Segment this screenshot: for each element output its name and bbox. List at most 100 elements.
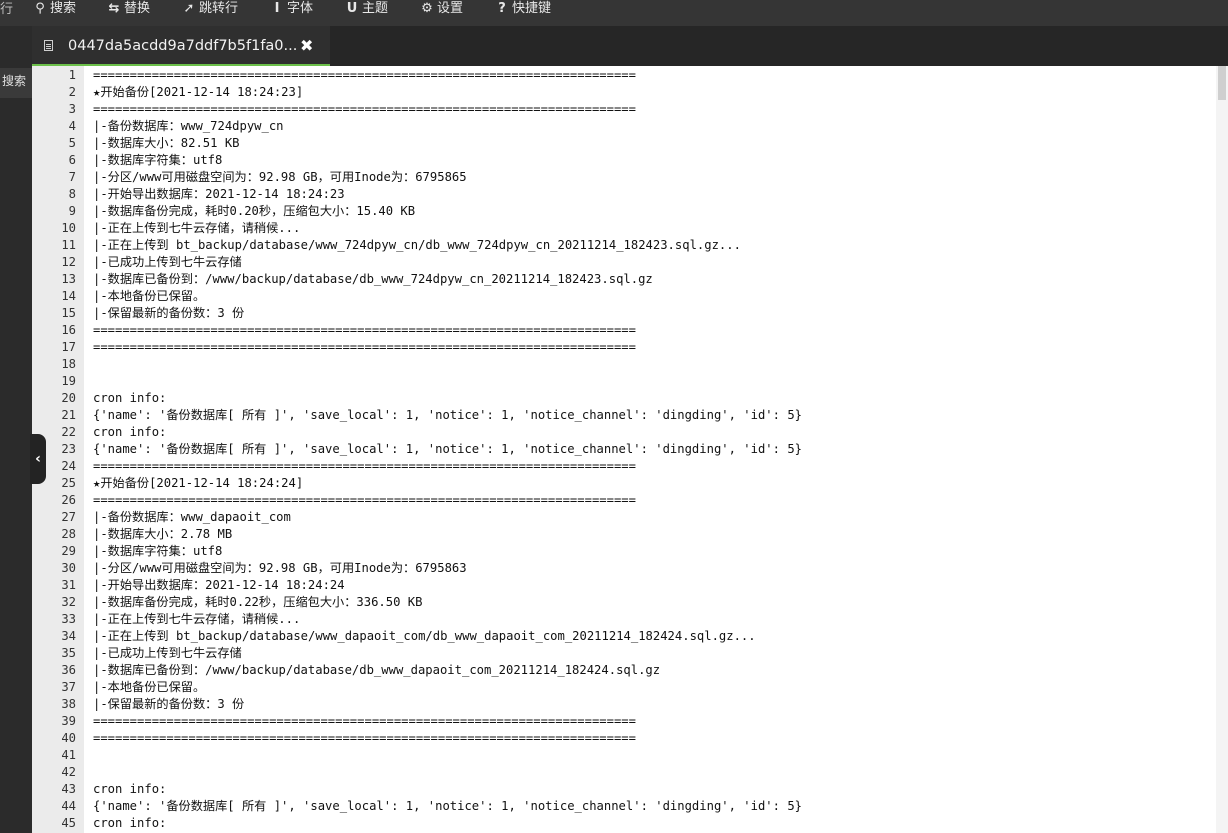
line-text: |-数据库大小：2.78 MB [93,527,233,541]
line-number: 42 [61,765,76,779]
line-number: 30 [61,561,76,575]
goto-line-button-label: 跳转行 [199,1,239,16]
line-text: |-分区/www可用磁盘空间为：92.98 GB，可用Inode为：679586… [93,561,467,575]
code-line: 26 ======================================… [32,492,1216,509]
line-number: 2 [68,85,76,99]
line-text: |-正在上传到七牛云存储，请稍候... [93,612,301,626]
panel-collapse-toggle[interactable]: ‹ [30,434,46,484]
code-line: 41 [32,747,1216,764]
line-number: 37 [61,680,76,694]
line-number: 34 [61,629,76,643]
line-number: 39 [61,714,76,728]
line-number: 14 [61,289,76,303]
code-line: 8 |-开始导出数据库：2021-12-14 18:24:23 [32,186,1216,203]
code-line: 6 |-数据库字符集：utf8 [32,152,1216,169]
file-tab-active[interactable]: 0447da5acdd9a7ddf7b5f1fa0... ✖ [32,26,330,66]
code-line: 3 =======================================… [32,101,1216,118]
line-number: 11 [61,238,76,252]
code-line: 40 ======================================… [32,730,1216,747]
line-text: |-正在上传到七牛云存储，请稍候... [93,221,301,235]
code-lines: 1 =======================================… [32,67,1216,832]
shortcuts-button[interactable]: ? 快捷键 [494,0,551,20]
shortcuts-button-label: 快捷键 [512,1,552,16]
line-text: |-开始导出数据库：2021-12-14 18:24:24 [93,578,345,592]
line-number: 8 [68,187,76,201]
line-number: 32 [61,595,76,609]
side-search-tab-label: 搜索 [1,74,26,88]
code-line: 7 |-分区/www可用磁盘空间为：92.98 GB，可用Inode为：67958… [32,169,1216,186]
side-search-tab[interactable]: 搜索 [0,68,32,98]
file-tab-title: 0447da5acdd9a7ddf7b5f1fa0... [68,38,298,54]
line-number: 33 [61,612,76,626]
line-text: |-数据库备份完成，耗时0.20秒，压缩包大小：15.40 KB [93,204,416,218]
line-text: cron info: [93,816,167,830]
code-line: 10 |-正在上传到七牛云存储，请稍候... [32,220,1216,237]
line-number: 19 [61,374,76,388]
code-line: 22 cron info: [32,424,1216,441]
line-text: cron info: [93,782,167,796]
line-number: 36 [61,663,76,677]
line-number: 5 [68,136,76,150]
code-line: 20 cron info: [32,390,1216,407]
code-line: 14 |-本地备份已保留。 [32,288,1216,305]
line-text: ========================================… [93,323,636,337]
code-line: 5 |-数据库大小：82.51 KB [32,135,1216,152]
line-number: 43 [61,782,76,796]
code-line: 30 |-分区/www可用磁盘空间为：92.98 GB，可用Inode为：6795… [32,560,1216,577]
font-button[interactable]: I 字体 [269,0,313,20]
code-line: 44 {'name': '备份数据库[ 所有 ]', 'save_local': … [32,798,1216,815]
theme-button[interactable]: U 主题 [344,0,388,20]
line-text: {'name': '备份数据库[ 所有 ]', 'save_local': 1,… [93,799,802,813]
file-tab-bar: 0447da5acdd9a7ddf7b5f1fa0... ✖ [32,26,1228,66]
scrollbar-thumb[interactable] [1218,66,1226,100]
font-icon: I [274,1,280,16]
question-icon: ? [498,1,506,16]
goto-line-button[interactable]: ➚ 跳转行 [181,0,238,20]
line-text: |-数据库已备份到：/www/backup/database/db_www_72… [93,272,653,286]
line-number: 10 [61,221,76,235]
line-text: |-数据库已备份到：/www/backup/database/db_www_da… [93,663,661,677]
code-line: 21 {'name': '备份数据库[ 所有 ]', 'save_local': … [32,407,1216,424]
line-number: 15 [61,306,76,320]
line-text: |-已成功上传到七牛云存储 [93,646,242,660]
line-text: |-保留最新的备份数：3 份 [93,306,245,320]
line-text: ========================================… [93,731,636,745]
code-line: 11 |-正在上传到 bt_backup/database/www_724dpyw… [32,237,1216,254]
code-line: 9 |-数据库备份完成，耗时0.20秒，压缩包大小：15.40 KB [32,203,1216,220]
line-number: 12 [61,255,76,269]
code-line: 39 ======================================… [32,713,1216,730]
line-number: 3 [68,102,76,116]
line-number: 45 [61,816,76,830]
toolbar-edge-text: 行 [0,2,14,17]
code-line: 43 cron info: [32,781,1216,798]
line-number: 17 [61,340,76,354]
vertical-scrollbar[interactable] [1216,66,1228,833]
line-text: {'name': '备份数据库[ 所有 ]', 'save_local': 1,… [93,408,802,422]
settings-button-label: 设置 [437,1,464,16]
line-text: |-备份数据库：www_dapaoit_com [93,510,291,524]
line-number: 35 [61,646,76,660]
line-text: |-已成功上传到七牛云存储 [93,255,242,269]
search-button[interactable]: ⚲ 搜索 [32,0,76,20]
code-line: 1 =======================================… [32,67,1216,84]
line-number: 4 [68,119,76,133]
line-text: ========================================… [93,714,636,728]
close-icon[interactable]: ✖ [300,26,313,66]
code-line: 29 |-数据库字符集：utf8 [32,543,1216,560]
code-line: 32 |-数据库备份完成，耗时0.22秒，压缩包大小：336.50 KB [32,594,1216,611]
line-text: |-保留最新的备份数：3 份 [93,697,245,711]
line-text: |-数据库备份完成，耗时0.22秒，压缩包大小：336.50 KB [93,595,423,609]
code-line: 16 ======================================… [32,322,1216,339]
left-side-panel: 搜索 [0,26,32,833]
line-text: ★开始备份[2021-12-14 18:24:24] [93,476,304,490]
settings-button[interactable]: ⚙ 设置 [419,0,463,20]
line-number: 38 [61,697,76,711]
line-number: 27 [61,510,76,524]
code-line: 33 |-正在上传到七牛云存储，请稍候... [32,611,1216,628]
line-number: 26 [61,493,76,507]
replace-button[interactable]: ⇆ 替换 [106,0,150,20]
editor-area[interactable]: 1 =======================================… [32,66,1228,833]
code-line: 13 |-数据库已备份到：/www/backup/database/db_www_… [32,271,1216,288]
line-text: |-本地备份已保留。 [93,680,206,694]
replace-button-label: 替换 [124,1,151,16]
